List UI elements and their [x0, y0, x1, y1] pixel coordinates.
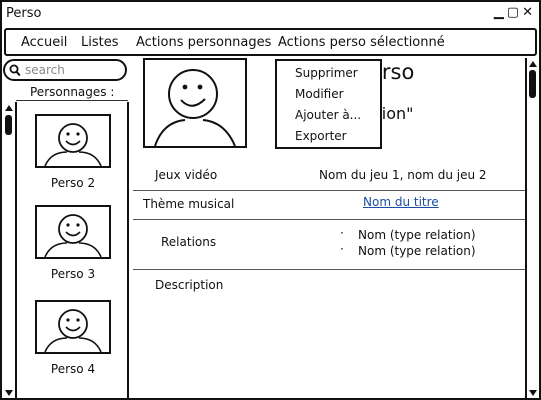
list-item[interactable]: Perso 4 [35, 300, 111, 376]
maximize-icon[interactable]: ▢ [507, 4, 519, 22]
menu-item-listes[interactable]: Listes [81, 35, 119, 50]
scroll-up-arrow-icon[interactable] [529, 61, 537, 67]
relation-item: Nom (type relation) [358, 244, 476, 258]
title-bar: Perso ▁ ▢ ✕ [2, 2, 539, 26]
bullet-icon: · [340, 242, 344, 256]
list-item[interactable]: Perso 2 [35, 114, 111, 190]
minimize-icon[interactable]: ▁ [494, 4, 504, 22]
menu-bar: Accueil Listes Actions personnages Actio… [4, 28, 537, 56]
search-icon [9, 64, 21, 77]
avatar [143, 58, 247, 148]
row-divider [133, 219, 525, 220]
row-divider [133, 269, 525, 270]
detail-panel: erso itation" Jeux vidéo Nom du jeu 1, n… [129, 58, 525, 398]
close-icon[interactable]: ✕ [522, 4, 533, 22]
list-header-divider [16, 100, 128, 101]
row-divider [133, 190, 525, 191]
menu-item-actions-perso-selectionne[interactable]: Actions perso sélectionné [278, 35, 445, 50]
smiley-face-icon [44, 214, 102, 258]
search-input[interactable] [25, 62, 120, 78]
list-scroll-thumb[interactable] [5, 115, 12, 135]
scroll-down-arrow-icon[interactable] [5, 390, 13, 396]
row-label-theme-musical: Thème musical [143, 197, 235, 211]
person-thumbnail [35, 114, 111, 168]
row-value-jeux-video: Nom du jeu 1, nom du jeu 2 [319, 168, 487, 182]
search-box [3, 59, 127, 81]
smiley-face-icon [44, 309, 102, 353]
app-window: Perso ▁ ▢ ✕ Accueil Listes Actions perso… [0, 0, 541, 400]
detail-scroll-thumb[interactable] [529, 70, 536, 98]
person-name: Perso 2 [50, 176, 96, 190]
detail-scrollbar[interactable] [525, 58, 539, 398]
list-scrollbar[interactable] [3, 102, 17, 398]
theme-musical-link[interactable]: Nom du titre [363, 195, 439, 209]
menu-item-accueil[interactable]: Accueil [21, 35, 67, 50]
person-list: Perso 2 Perso 3 Perso 4 [17, 102, 129, 398]
row-label-relations: Relations [161, 235, 217, 249]
menu-item-ajouter-a[interactable]: Ajouter à... [295, 108, 361, 122]
bullet-icon: · [340, 226, 344, 240]
menu-item-modifier[interactable]: Modifier [295, 87, 344, 101]
menu-item-supprimer[interactable]: Supprimer [295, 66, 358, 80]
scroll-up-arrow-icon[interactable] [5, 105, 13, 111]
person-thumbnail [35, 205, 111, 259]
list-header: Personnages : [30, 85, 115, 99]
menu-item-exporter[interactable]: Exporter [295, 129, 347, 143]
relation-item: Nom (type relation) [358, 228, 476, 242]
person-name: Perso 3 [50, 267, 96, 281]
person-thumbnail [35, 300, 111, 354]
actions-dropdown-menu: Supprimer Modifier Ajouter à... Exporter [275, 59, 382, 149]
list-item[interactable]: Perso 3 [35, 205, 111, 281]
window-controls: ▁ ▢ ✕ [494, 4, 533, 22]
menu-item-actions-personnages[interactable]: Actions personnages [136, 35, 271, 50]
row-label-description: Description [155, 278, 224, 292]
row-label-jeux-video: Jeux vidéo [155, 168, 218, 182]
scroll-down-arrow-icon[interactable] [529, 390, 537, 396]
smiley-face-icon [154, 69, 236, 147]
person-name: Perso 4 [50, 362, 96, 376]
window-title: Perso [6, 6, 42, 21]
smiley-face-icon [44, 123, 102, 167]
